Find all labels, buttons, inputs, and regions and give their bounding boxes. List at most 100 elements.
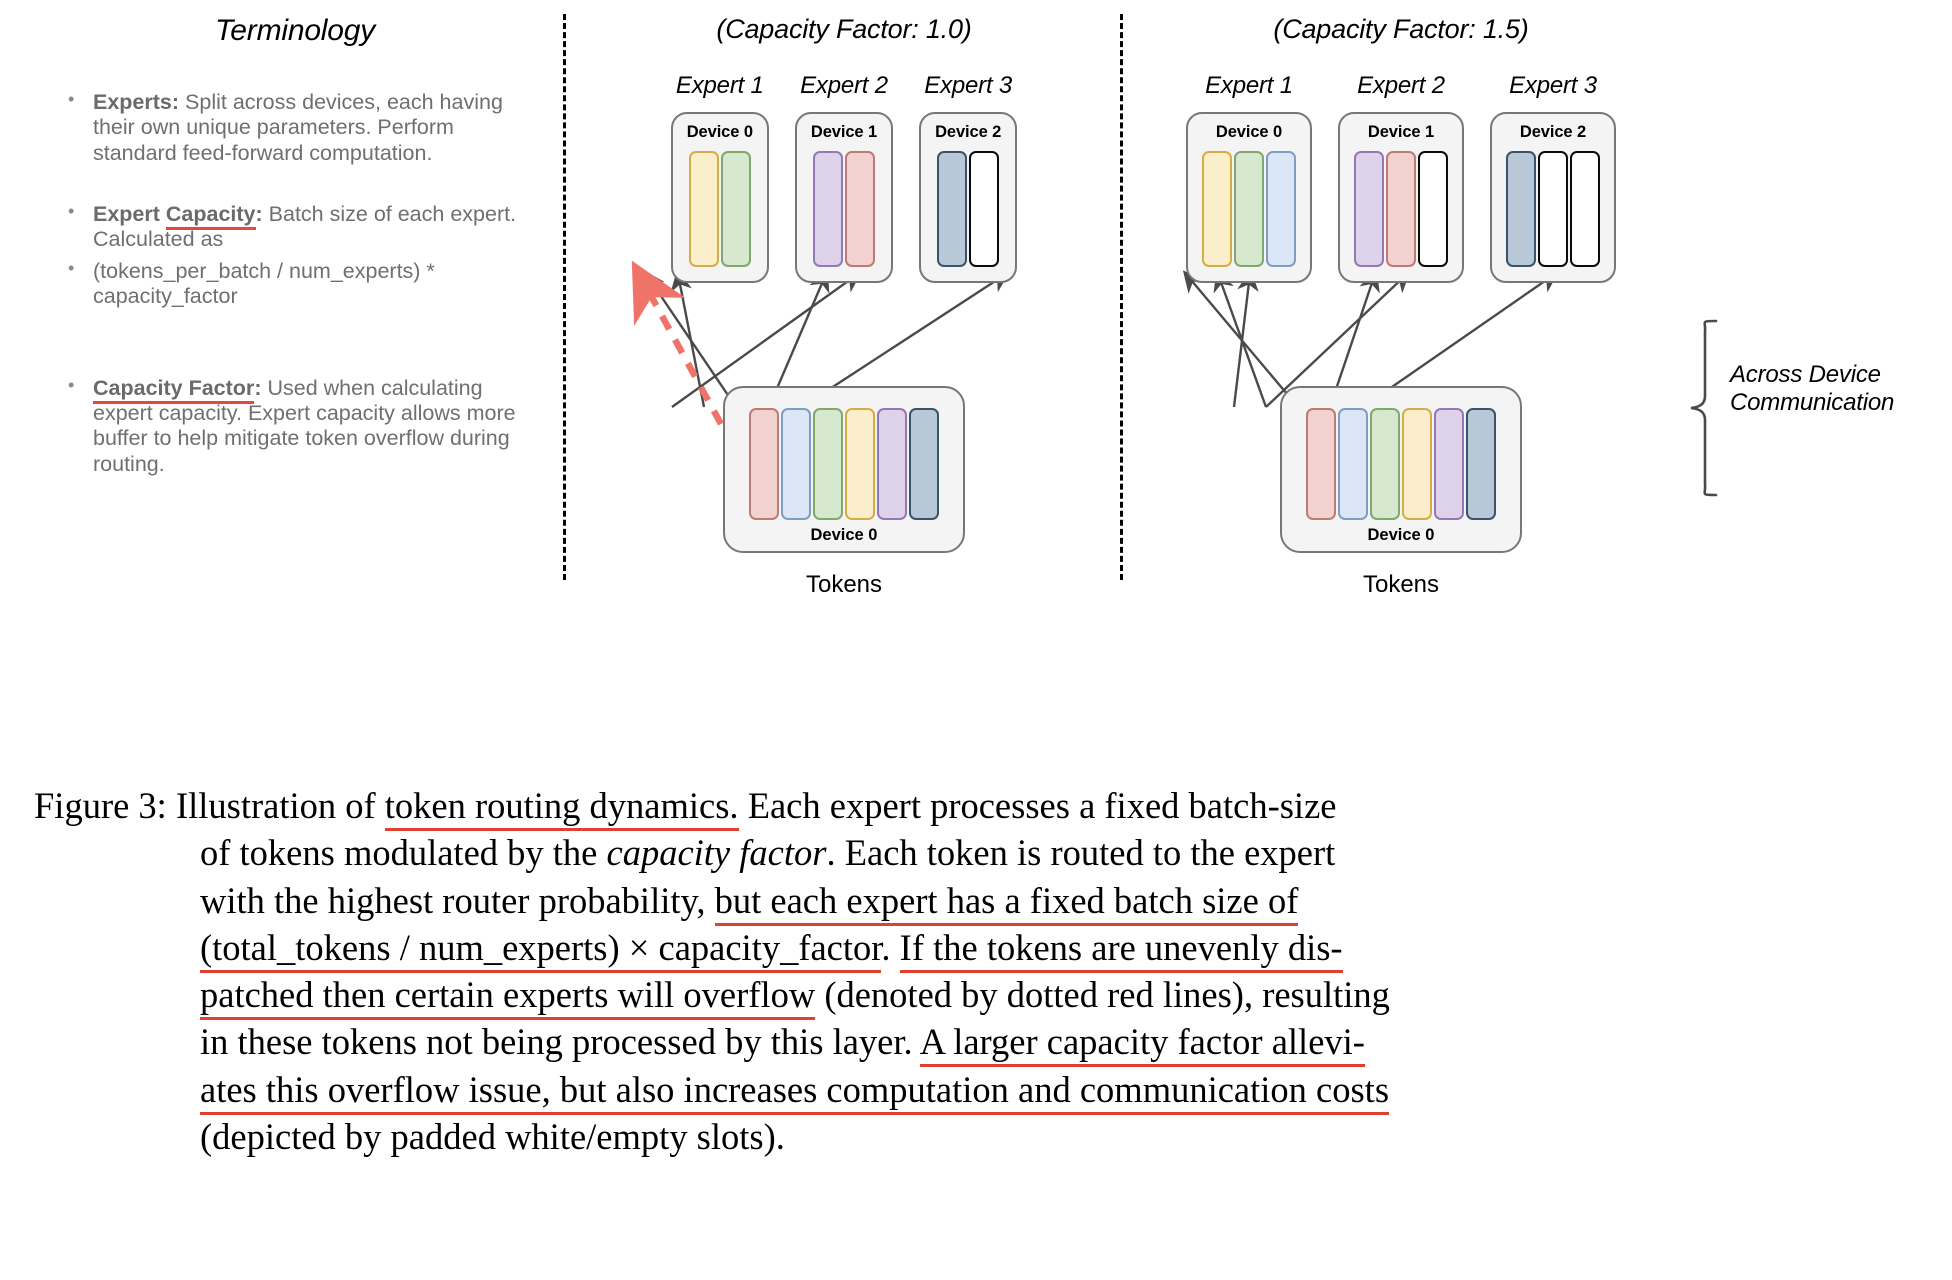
device-box-0-cf15: Device 0 <box>1186 112 1312 283</box>
device-label-1-cf15: Device 1 <box>1367 123 1435 141</box>
slots-expert-1-cf1 <box>688 151 751 267</box>
expert-3-cf15: Expert 3 Device 2 <box>1490 72 1616 283</box>
token-blue <box>1338 408 1368 520</box>
term-lead-expert: Expert <box>93 202 166 227</box>
token-green <box>813 408 843 520</box>
slot-red <box>1386 151 1416 267</box>
caption-underlined-text: ates this overflow issue, but also incre… <box>200 1068 1390 1115</box>
slots-expert-1-cf15 <box>1202 151 1296 267</box>
device-box-0-cf1: Device 0 <box>670 112 769 283</box>
token-bank-wrap-cf15: Device 0 Tokens <box>1123 386 1679 599</box>
token-steel <box>909 408 939 520</box>
device-label-0-cf15: Device 0 <box>1215 123 1283 141</box>
term-body-formula: (tokens_per_batch / num_experts) * capac… <box>93 258 435 309</box>
curly-bracket-icon <box>1690 319 1718 497</box>
expert-label-1-cf15: Expert 1 <box>1205 72 1293 99</box>
caption-line: of tokens modulated by the capacity fact… <box>34 829 1924 876</box>
term-lead-capacity-factor-underlined: Capacity Factor <box>93 375 255 404</box>
token-bank-cf1: Device 0 <box>723 386 965 553</box>
caption-underlined-text: If the tokens are unevenly dis- <box>899 926 1343 973</box>
expert-1-cf1: Expert 1 Device 0 <box>670 72 769 283</box>
term-item-formula: (tokens_per_batch / num_experts) * capac… <box>60 258 530 310</box>
caption-text: Illustration of <box>175 785 385 826</box>
device-box-2-cf1: Device 2 <box>919 112 1018 283</box>
expert-label-3-cf15: Expert 3 <box>1509 72 1597 99</box>
slot-empty <box>969 151 1000 267</box>
caption-line: in these tokens not being processed by t… <box>34 1018 1924 1068</box>
slot-purple <box>812 151 843 267</box>
slot-green <box>1234 151 1264 267</box>
terminology-title: Terminology <box>214 14 376 47</box>
across-device-communication-annotation: Across Device Communication <box>1686 318 1936 498</box>
expert-label-3-cf1: Expert 3 <box>924 72 1013 99</box>
caption-text: with the highest router probability, <box>200 879 715 921</box>
slot-empty <box>1570 151 1600 267</box>
caption-text: . Each token is routed to the expert <box>826 832 1336 874</box>
slots-expert-3-cf1 <box>937 151 1000 267</box>
term-item-experts: Experts: Split across devices, each havi… <box>60 89 530 166</box>
device-label-2-cf1: Device 2 <box>935 123 1002 141</box>
caption-underlined-text: A larger capacity factor allevi- <box>919 1021 1365 1068</box>
slot-steel <box>1506 151 1536 267</box>
caption-line: (depicted by padded white/empty slots). <box>34 1113 1924 1160</box>
expert-3-cf1: Expert 3 Device 2 <box>919 72 1018 283</box>
slot-empty <box>1538 151 1568 267</box>
caption-text: (depicted by padded white/empty slots). <box>200 1115 785 1157</box>
slot-purple <box>1354 151 1384 267</box>
caption-text: of tokens modulated by the <box>200 832 607 874</box>
expert-2-cf1: Expert 2 Device 1 <box>794 72 894 283</box>
caption-text: . <box>881 926 900 968</box>
panel-title-cf15: (Capacity Factor: 1.5) <box>1273 14 1529 44</box>
panel-capacity-factor-15: (Capacity Factor: 1.5) Expert 1 Device 0… <box>1123 14 1679 598</box>
slot-steel <box>937 151 968 267</box>
terminology-section: Terminology Experts: Split across device… <box>60 14 530 483</box>
device-label-0-cf1: Device 0 <box>686 123 753 141</box>
token-yellow <box>1402 408 1432 520</box>
term-lead-capacity-underlined: Capacity <box>165 202 256 231</box>
slots-expert-2-cf1 <box>812 151 875 267</box>
bank-device-label-cf1: Device 0 <box>810 526 878 544</box>
figure-number: Figure 3: <box>34 785 176 826</box>
across-device-line-2: Communication <box>1730 389 1895 417</box>
caption-line: Figure 3: Illustration of token routing … <box>34 782 1924 831</box>
expert-label-1-cf1: Expert 1 <box>675 72 764 99</box>
token-bank-cf15: Device 0 <box>1280 386 1522 553</box>
slot-blue <box>1266 151 1296 267</box>
token-purple <box>877 408 907 520</box>
term-gap-2 <box>60 316 530 376</box>
expert-label-2-cf15: Expert 2 <box>1357 72 1445 99</box>
token-row-cf15 <box>1306 408 1496 520</box>
figure-caption: Figure 3: Illustration of token routing … <box>34 782 1924 1160</box>
caption-line: with the highest router probability, but… <box>34 877 1924 926</box>
experts-row-cf1: Expert 1 Device 0 Expert 2 Device 1 Expe… <box>566 72 1122 283</box>
panel-title-cf1: (Capacity Factor: 1.0) <box>716 14 972 44</box>
token-green <box>1370 408 1400 520</box>
device-label-1-cf1: Device 1 <box>810 123 878 141</box>
terminology-list: Experts: Split across devices, each havi… <box>60 89 530 477</box>
token-steel <box>1466 408 1496 520</box>
caption-underlined-text: but each expert has a fixed batch size o… <box>714 879 1299 926</box>
caption-text: in these tokens not being processed by t… <box>200 1021 920 1063</box>
device-box-2-cf15: Device 2 <box>1490 112 1616 283</box>
caption-line: ates this overflow issue, but also incre… <box>34 1066 1924 1115</box>
slot-empty <box>1418 151 1448 267</box>
slots-expert-3-cf15 <box>1506 151 1600 267</box>
caption-line: (total_tokens / num_experts) × capacity_… <box>34 924 1924 973</box>
slot-green <box>720 151 751 267</box>
tokens-caption-cf1: Tokens <box>805 571 883 598</box>
caption-underlined-text: (total_tokens / num_experts) × capacity_… <box>200 926 882 973</box>
experts-row-cf15: Expert 1 Device 0 Expert 2 Device 1 Expe… <box>1123 72 1679 283</box>
caption-line: patched then certain experts will overfl… <box>34 971 1924 1021</box>
bank-device-label-cf15: Device 0 <box>1367 526 1435 544</box>
token-purple <box>1434 408 1464 520</box>
term-lead-colon-1: : <box>255 202 263 227</box>
token-red <box>749 408 779 520</box>
expert-1-cf15: Expert 1 Device 0 <box>1186 72 1312 283</box>
slot-yellow <box>1202 151 1232 267</box>
caption-underlined-text: patched then certain experts will overfl… <box>200 974 816 1021</box>
term-item-capacity-factor: Capacity Factor: Used when calculating e… <box>60 375 530 477</box>
across-device-label: Across Device Communication <box>1730 361 1894 418</box>
panel-capacity-factor-1: (Capacity Factor: 1.0) Expert 1 Device 0… <box>566 14 1122 598</box>
expert-2-cf15: Expert 2 Device 1 <box>1338 72 1464 283</box>
caption-text: (denoted by dotted red lines), resulting <box>815 974 1390 1016</box>
